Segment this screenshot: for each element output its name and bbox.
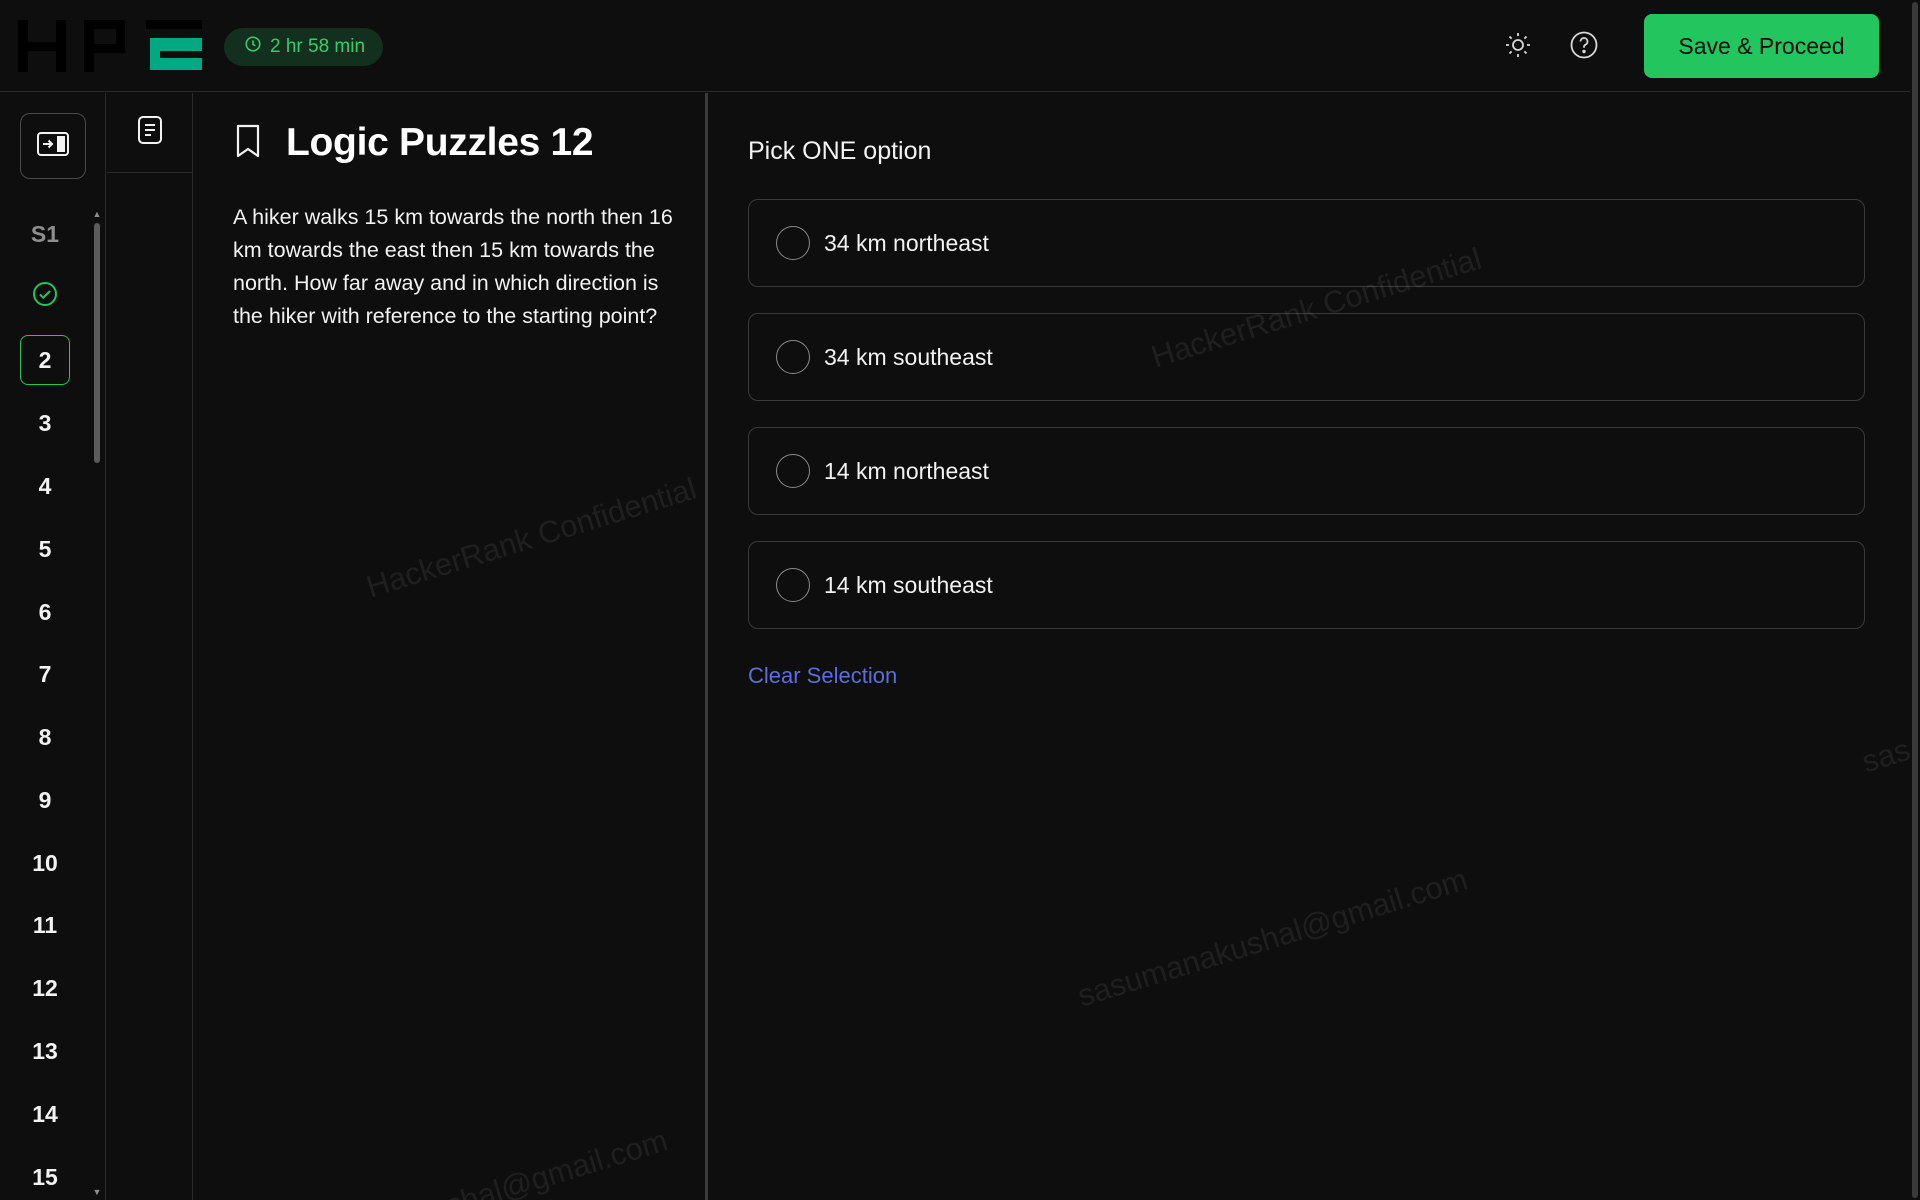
radio-button[interactable]: [776, 454, 810, 488]
clock-icon: [244, 35, 262, 59]
answer-option-label: 14 km southeast: [824, 571, 993, 598]
save-and-proceed-button[interactable]: Save & Proceed: [1644, 14, 1879, 78]
question-nav-item[interactable]: 2: [20, 335, 70, 385]
answer-option[interactable]: 14 km southeast: [748, 541, 1865, 629]
theme-toggle-button[interactable]: [1501, 30, 1535, 64]
hpe-logo-graphic: [18, 20, 202, 72]
nav-scrollbar-thumb[interactable]: [94, 223, 100, 463]
help-button[interactable]: [1567, 30, 1601, 64]
clear-selection-link[interactable]: Clear Selection: [748, 663, 897, 689]
question-nav-item[interactable]: 15: [20, 1152, 70, 1200]
answer-option-label: 14 km northeast: [824, 457, 989, 484]
radio-button[interactable]: [776, 226, 810, 260]
question-nav-item[interactable]: 3: [20, 398, 70, 448]
question-header: Logic Puzzles 12: [232, 121, 594, 165]
answer-option-label: 34 km northeast: [824, 229, 989, 256]
question-panel: Logic Puzzles 12 A hiker walks 15 km tow…: [194, 93, 705, 1200]
panel-tabs-column: [107, 93, 193, 1200]
answer-panel: Pick ONE option 34 km northeast 34 km so…: [708, 93, 1910, 1200]
sidebar-toggle-icon: [36, 130, 70, 163]
question-nav-item[interactable]: 6: [20, 587, 70, 637]
question-text: A hiker walks 15 km towards the north th…: [233, 205, 673, 328]
bookmark-icon[interactable]: [232, 123, 264, 164]
document-icon: [136, 115, 164, 150]
expand-sidebar-button[interactable]: [20, 113, 86, 179]
answer-option[interactable]: 34 km northeast: [748, 199, 1865, 287]
question-nav-item[interactable]: 10: [20, 838, 70, 888]
app-root: 2 hr 58 min Save & Proceed S1 2 3 4 5 6 …: [0, 0, 1920, 1200]
hpe-logo: [18, 20, 204, 72]
question-nav-item[interactable]: 8: [20, 712, 70, 762]
question-description-tab[interactable]: [107, 93, 193, 173]
sun-icon: [1504, 31, 1532, 64]
answer-option[interactable]: 14 km northeast: [748, 427, 1865, 515]
help-icon: [1569, 30, 1599, 65]
answer-prompt: Pick ONE option: [748, 137, 932, 165]
question-nav-item[interactable]: 14: [20, 1089, 70, 1139]
check-circle-icon: [31, 280, 59, 314]
question-nav-item[interactable]: 5: [20, 524, 70, 574]
answer-option[interactable]: 34 km southeast: [748, 313, 1865, 401]
question-1-completed[interactable]: [20, 272, 70, 322]
radio-button[interactable]: [776, 568, 810, 602]
question-nav-item[interactable]: 9: [20, 775, 70, 825]
question-nav-item[interactable]: 12: [20, 963, 70, 1013]
time-remaining-badge: 2 hr 58 min: [224, 28, 384, 66]
answer-option-label: 34 km southeast: [824, 343, 993, 370]
nav-scroll-down-arrow[interactable]: ▼: [92, 1187, 102, 1197]
time-remaining-text: 2 hr 58 min: [270, 36, 366, 57]
top-header: 2 hr 58 min Save & Proceed: [0, 0, 1910, 92]
question-nav-item[interactable]: 11: [20, 900, 70, 950]
question-nav-item[interactable]: 7: [20, 649, 70, 699]
radio-button[interactable]: [776, 340, 810, 374]
section-label: S1: [30, 220, 60, 247]
question-nav-item[interactable]: 4: [20, 461, 70, 511]
question-navigator: S1 2 3 4 5 6 7 8 9 10 11 12 13 14 15 ▲ ▼: [0, 93, 106, 1200]
page-scrollbar-thumb[interactable]: [1912, 2, 1918, 1198]
question-title: Logic Puzzles 12: [286, 121, 594, 164]
question-nav-item[interactable]: 13: [20, 1026, 70, 1076]
nav-scroll-up-arrow[interactable]: ▲: [92, 209, 102, 219]
